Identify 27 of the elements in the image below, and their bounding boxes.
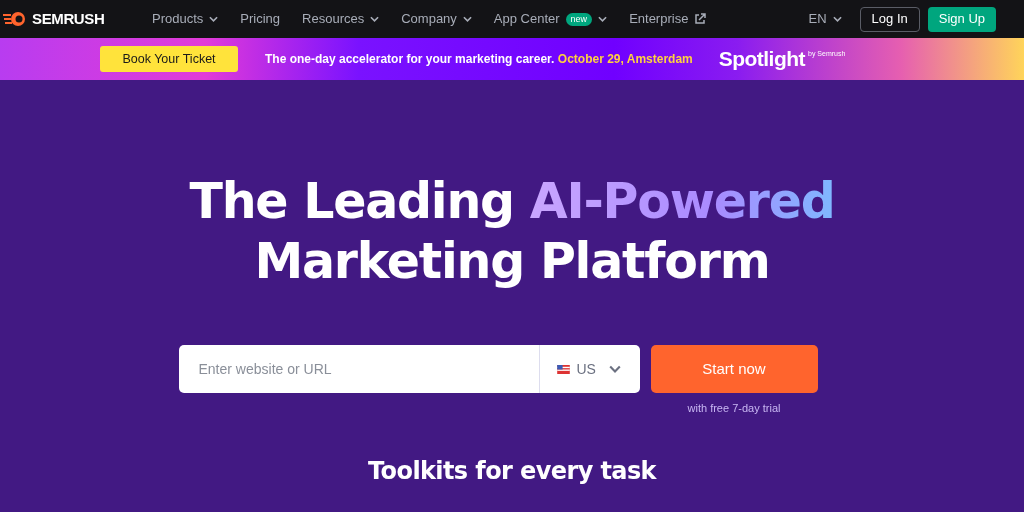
section-heading: Toolkits for every task: [368, 455, 656, 487]
banner-text: The one-day accelerator for your marketing career. October 29, Amsterdam: [265, 51, 693, 68]
login-button[interactable]: Log In: [859, 6, 920, 32]
nav-link[interactable]: Products: [152, 9, 219, 29]
chevron-down-icon: [598, 16, 608, 22]
chevron-down-icon: [608, 365, 621, 373]
country-selector[interactable]: US: [538, 345, 640, 393]
new-badge: new: [565, 12, 593, 26]
book-ticket-button[interactable]: Book Your Ticket: [100, 46, 238, 72]
chevron-down-icon: [370, 16, 380, 22]
spotlight-logo: Spotlight: [718, 46, 805, 73]
flag-icon: [556, 364, 570, 374]
hero-title: The Leading AI-Powered Marketing Platform: [189, 172, 835, 292]
nav-link[interactable]: Company: [401, 9, 472, 29]
language-selector[interactable]: EN: [808, 9, 842, 29]
nav-link[interactable]: Pricing: [240, 9, 281, 29]
search-field[interactable]: Enter website or URL US: [178, 345, 640, 393]
external-link-icon: [694, 13, 707, 25]
nav-link[interactable]: Resources: [302, 9, 380, 29]
nav-link[interactable]: App Center new: [493, 9, 608, 29]
chevron-down-icon: [209, 16, 219, 22]
chevron-down-icon: [462, 16, 472, 22]
logo-text[interactable]: SEMRUSH: [32, 7, 105, 31]
nav-link[interactable]: Enterprise: [629, 9, 707, 29]
chevron-down-icon: [832, 16, 842, 22]
trial-note: with free 7-day trial: [687, 401, 781, 416]
url-input[interactable]: Enter website or URL: [178, 345, 539, 393]
